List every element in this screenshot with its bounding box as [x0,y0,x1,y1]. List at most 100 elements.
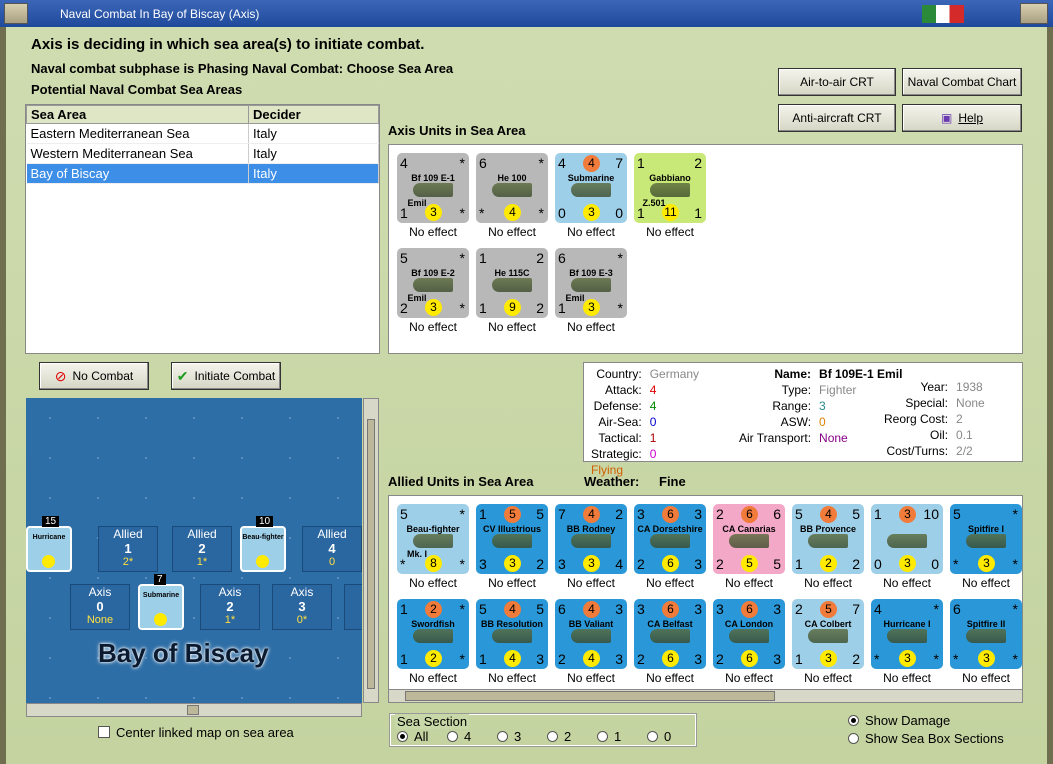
unit-counter[interactable]: 7 2 3 4 4 3 BB Rodney [555,504,627,574]
naval-combat-chart-button[interactable]: Naval Combat Chart [902,68,1022,96]
unit-silhouette-icon [413,183,453,197]
sea-section-radio[interactable] [547,731,558,742]
sea-box-section[interactable]: Allied 4 0 [302,526,362,572]
unit-counter[interactable]: 6 3 2 3 4 4 BB Valiant [555,599,627,669]
year-value: 1938 [956,380,983,394]
sea-box-number: 2 [226,599,234,614]
unit-counter[interactable]: 1 5 3 2 5 3 CV Illustrious [476,504,548,574]
show-damage-radio[interactable] [848,715,859,726]
map-hscroll-thumb[interactable] [187,705,199,715]
close-button[interactable] [1020,3,1048,24]
center-map-checkbox[interactable] [98,726,110,738]
unit-stat-bl: 1 [795,556,803,572]
sea-section-radio[interactable] [597,731,608,742]
unit-stat-tr: * [538,155,544,171]
table-row[interactable]: Western Mediterranean Sea Italy [26,143,379,164]
unit-counter[interactable]: 6 * * * 3 Spitfire II [950,599,1022,669]
sea-area-map[interactable]: Allied 1 2* Allied 2 1* Allied 4 0 Axis 0 None Axis 2… [26,398,362,703]
unit-effect-label: No effect [409,576,457,590]
help-button[interactable]: ▣ Help [902,104,1022,132]
unit-counter[interactable]: 3 3 2 3 6 6 CA London [713,599,785,669]
unit-counter[interactable]: 6 * 1 * 3 Bf 109 E-3 Emil [555,248,627,318]
map-title: Bay of Biscay [98,638,269,668]
unit-silhouette-icon [571,534,611,548]
unit-counter[interactable]: 4 7 0 0 4 3 Submarine [555,153,627,223]
col-decider[interactable]: Decider [248,105,379,124]
map-unit-stack[interactable]: 10 Beau-fighter [240,516,286,572]
no-combat-button[interactable]: ⊘ No Combat [39,362,149,390]
sea-section-radio[interactable] [397,731,408,742]
unit-counter[interactable]: 3 3 2 3 6 6 CA Belfast [634,599,706,669]
unit-effect-label: No effect [962,671,1010,685]
unit-combat-value: 9 [504,299,521,316]
map-hscrollbar[interactable] [26,703,362,717]
unit-stat-mid: 6 [741,506,758,523]
table-row-selected[interactable]: Bay of Biscay Italy [26,163,379,184]
sea-box-side: A [345,585,362,599]
unit-counter[interactable]: 1 2 1 2 9 He 115C [476,248,548,318]
unit-combat-value: 2 [820,555,837,572]
sea-section-radio[interactable] [647,731,658,742]
unit-stat-tl: 1 [479,250,487,266]
map-unit-stack[interactable]: 15 Hurricane [26,516,72,572]
air-to-air-crt-button[interactable]: Air-to-air CRT [778,68,896,96]
allied-hscrollbar[interactable] [388,689,1023,703]
unit-counter[interactable]: 4 * 1 * 3 Bf 109 E-1 Emil [397,153,469,223]
sea-box-section[interactable]: Axis 0 None [70,584,130,630]
unit-counter[interactable]: 5 5 1 3 4 4 BB Resolution [476,599,548,669]
unit-stat-tr: 5 [852,506,860,522]
unit-counter[interactable]: 2 6 2 5 6 5 CA Canarias [713,504,785,574]
unit-counter[interactable]: 5 5 1 2 4 2 BB Provence [792,504,864,574]
unit-stat-mid: 5 [504,506,521,523]
cost-label: Cost/Turns: [886,444,949,458]
unit-name: Submarine [567,173,615,183]
unit-counter[interactable]: 5 * * * 8 Beau-fighter Mk. I [397,504,469,574]
col-sea-area[interactable]: Sea Area [26,105,249,124]
unit-counter[interactable]: 1 * 1 * 2 2 Swordfish [397,599,469,669]
unit-silhouette-icon [808,534,848,548]
unit-stat-br: 5 [773,556,781,572]
unit-stat-tl: 3 [716,601,724,617]
sea-box-section[interactable]: A [344,584,362,630]
unit-counter[interactable]: 1 10 0 0 3 3 [871,504,943,574]
tactical-value: 1 [649,431,657,445]
unit-counter[interactable]: 1 2 1 1 11 Gabbiano Z.501 [634,153,706,223]
unit-stat-bl: 2 [637,651,645,667]
sea-box-section[interactable]: Allied 1 2* [98,526,158,572]
unit-counter[interactable]: 6 * * * 4 He 100 [476,153,548,223]
attack-value: 4 [649,383,657,397]
unit-silhouette-icon [492,629,532,643]
initiate-combat-button[interactable]: ✔ Initiate Combat [171,362,281,390]
unit-subname: Emil [407,198,427,208]
system-menu-button[interactable] [4,3,28,24]
special-label: Special: [905,396,949,410]
unit-counter[interactable]: 4 * * * 3 Hurricane I [871,599,943,669]
unit-silhouette-icon [492,534,532,548]
sea-section-option-label: 2 [564,729,572,744]
table-row[interactable]: Eastern Mediterranean Sea Italy [26,123,379,144]
unit-name: Hurricane I [883,619,931,629]
map-unit-stack[interactable]: 7 Submarine [138,574,184,630]
anti-aircraft-crt-button[interactable]: Anti-aircraft CRT [778,104,896,132]
sea-box-section[interactable]: Allied 2 1* [172,526,232,572]
sea-box-section[interactable]: Axis 2 1* [200,584,260,630]
map-vscrollbar[interactable] [363,398,379,703]
map-vscroll-thumb[interactable] [367,419,375,689]
unit-counter[interactable]: 5 * * * 3 Spitfire I [950,504,1022,574]
allied-hscroll-thumb[interactable] [405,691,775,701]
unit-stat-br: 3 [694,556,702,572]
show-sea-boxes-radio[interactable] [848,733,859,744]
unit-name: CV Illustrious [482,524,541,534]
sea-section-radio[interactable] [447,731,458,742]
unit-stat-mid: 6 [662,506,679,523]
sea-section-radio[interactable] [497,731,508,742]
unit-counter[interactable]: 3 3 2 3 6 6 CA Dorsetshire [634,504,706,574]
unit-silhouette-icon [650,183,690,197]
unit-counter[interactable]: 5 * 2 * 3 Bf 109 E-2 Emil [397,248,469,318]
unit-stat-bl: 3 [479,556,487,572]
unit-stat-tl: 1 [479,506,487,522]
reorg-label: Reorg Cost: [884,412,949,426]
sea-box-section[interactable]: Axis 3 0* [272,584,332,630]
unit-counter[interactable]: 2 7 1 2 5 3 CA Colbert [792,599,864,669]
unit-name: CA Belfast [647,619,693,629]
